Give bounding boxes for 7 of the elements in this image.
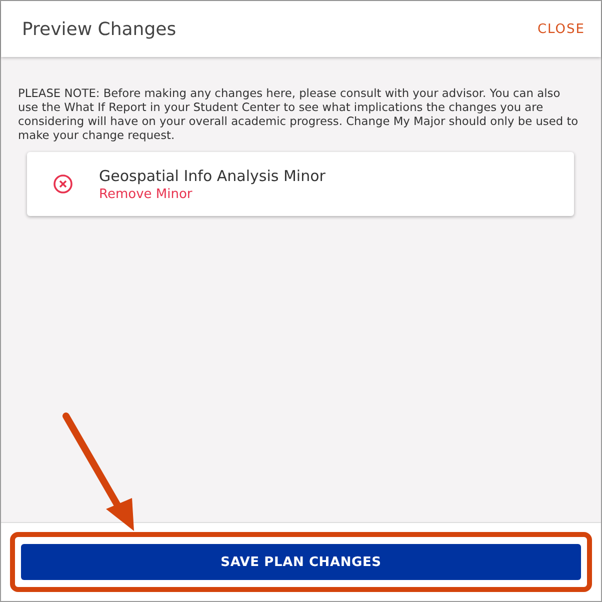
remove-link[interactable]: Remove Minor xyxy=(99,186,326,202)
dialog-title: Preview Changes xyxy=(22,18,176,40)
save-button[interactable]: SAVE PLAN CHANGES xyxy=(21,544,581,580)
plan-name: Geospatial Info Analysis Minor xyxy=(99,166,326,184)
remove-icon xyxy=(53,174,73,194)
notice-text: PLEASE NOTE: Before making any changes here, please consult with your advisor. You can also use the What If Report in your Student Center to see what implications the changes you are considering will have on your overall academic progress. Change My Major should only be used to make your change request. xyxy=(18,86,580,142)
close-button[interactable]: CLOSE xyxy=(537,18,585,40)
